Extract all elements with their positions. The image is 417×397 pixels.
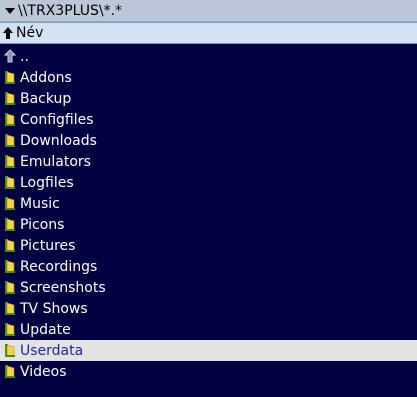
file-list-item-label: Configfiles <box>20 111 94 128</box>
folder-icon <box>4 133 16 148</box>
folder-icon <box>4 175 16 190</box>
up-arrow-icon <box>4 49 16 64</box>
folder-icon <box>4 196 16 211</box>
folder-row-picons[interactable]: Picons <box>0 214 417 235</box>
folder-icon <box>4 217 16 232</box>
file-list-item-label: Userdata <box>20 342 84 359</box>
folder-icon <box>4 343 16 358</box>
folder-icon <box>4 301 16 316</box>
file-list-item-label: .. <box>20 48 29 65</box>
folder-row-addons[interactable]: Addons <box>0 67 417 88</box>
folder-row-pictures[interactable]: Pictures <box>0 235 417 256</box>
folder-icon <box>4 259 16 274</box>
folder-row-videos[interactable]: Videos <box>0 361 417 382</box>
file-list-item-label: Emulators <box>20 153 91 170</box>
folder-icon <box>4 322 16 337</box>
parent-dir-row[interactable]: .. <box>0 46 417 67</box>
folder-row-backup[interactable]: Backup <box>0 88 417 109</box>
file-list-item-label: Picons <box>20 216 65 233</box>
folder-row-update[interactable]: Update <box>0 319 417 340</box>
current-path: \\TRX3PLUS\*.* <box>18 2 123 19</box>
folder-row-recordings[interactable]: Recordings <box>0 256 417 277</box>
folder-row-configfiles[interactable]: Configfiles <box>0 109 417 130</box>
file-list-item-label: TV Shows <box>20 300 88 317</box>
file-list-item-label: Logfiles <box>20 174 74 191</box>
file-list-item-label: Downloads <box>20 132 97 149</box>
file-list-item-label: Videos <box>20 363 67 380</box>
folder-icon <box>4 70 16 85</box>
folder-row-userdata[interactable]: Userdata <box>0 340 417 361</box>
folder-icon <box>4 154 16 169</box>
folder-icon <box>4 238 16 253</box>
folder-icon <box>4 280 16 295</box>
path-bar[interactable]: \\TRX3PLUS\*.* <box>0 0 417 22</box>
file-list-item-label: Screenshots <box>20 279 106 296</box>
folder-row-logfiles[interactable]: Logfiles <box>0 172 417 193</box>
folder-row-downloads[interactable]: Downloads <box>0 130 417 151</box>
file-list-item-label: Recordings <box>20 258 98 275</box>
column-header-name[interactable]: Név <box>0 22 417 44</box>
folder-icon <box>4 91 16 106</box>
drive-dropdown-icon[interactable] <box>5 8 15 14</box>
file-list-item-label: Pictures <box>20 237 76 254</box>
folder-icon <box>4 364 16 379</box>
folder-row-emulators[interactable]: Emulators <box>0 151 417 172</box>
column-header-label: Név <box>16 25 44 41</box>
file-list-item-label: Update <box>20 321 71 338</box>
file-list[interactable]: .. Addons Backup Configfiles Downloads E… <box>0 46 417 382</box>
folder-icon <box>4 112 16 127</box>
folder-row-music[interactable]: Music <box>0 193 417 214</box>
file-list-item-label: Music <box>20 195 60 212</box>
folder-row-tv-shows[interactable]: TV Shows <box>0 298 417 319</box>
file-list-item-label: Addons <box>20 69 72 86</box>
sort-ascending-icon <box>3 27 13 39</box>
file-list-item-label: Backup <box>20 90 72 107</box>
folder-row-screenshots[interactable]: Screenshots <box>0 277 417 298</box>
